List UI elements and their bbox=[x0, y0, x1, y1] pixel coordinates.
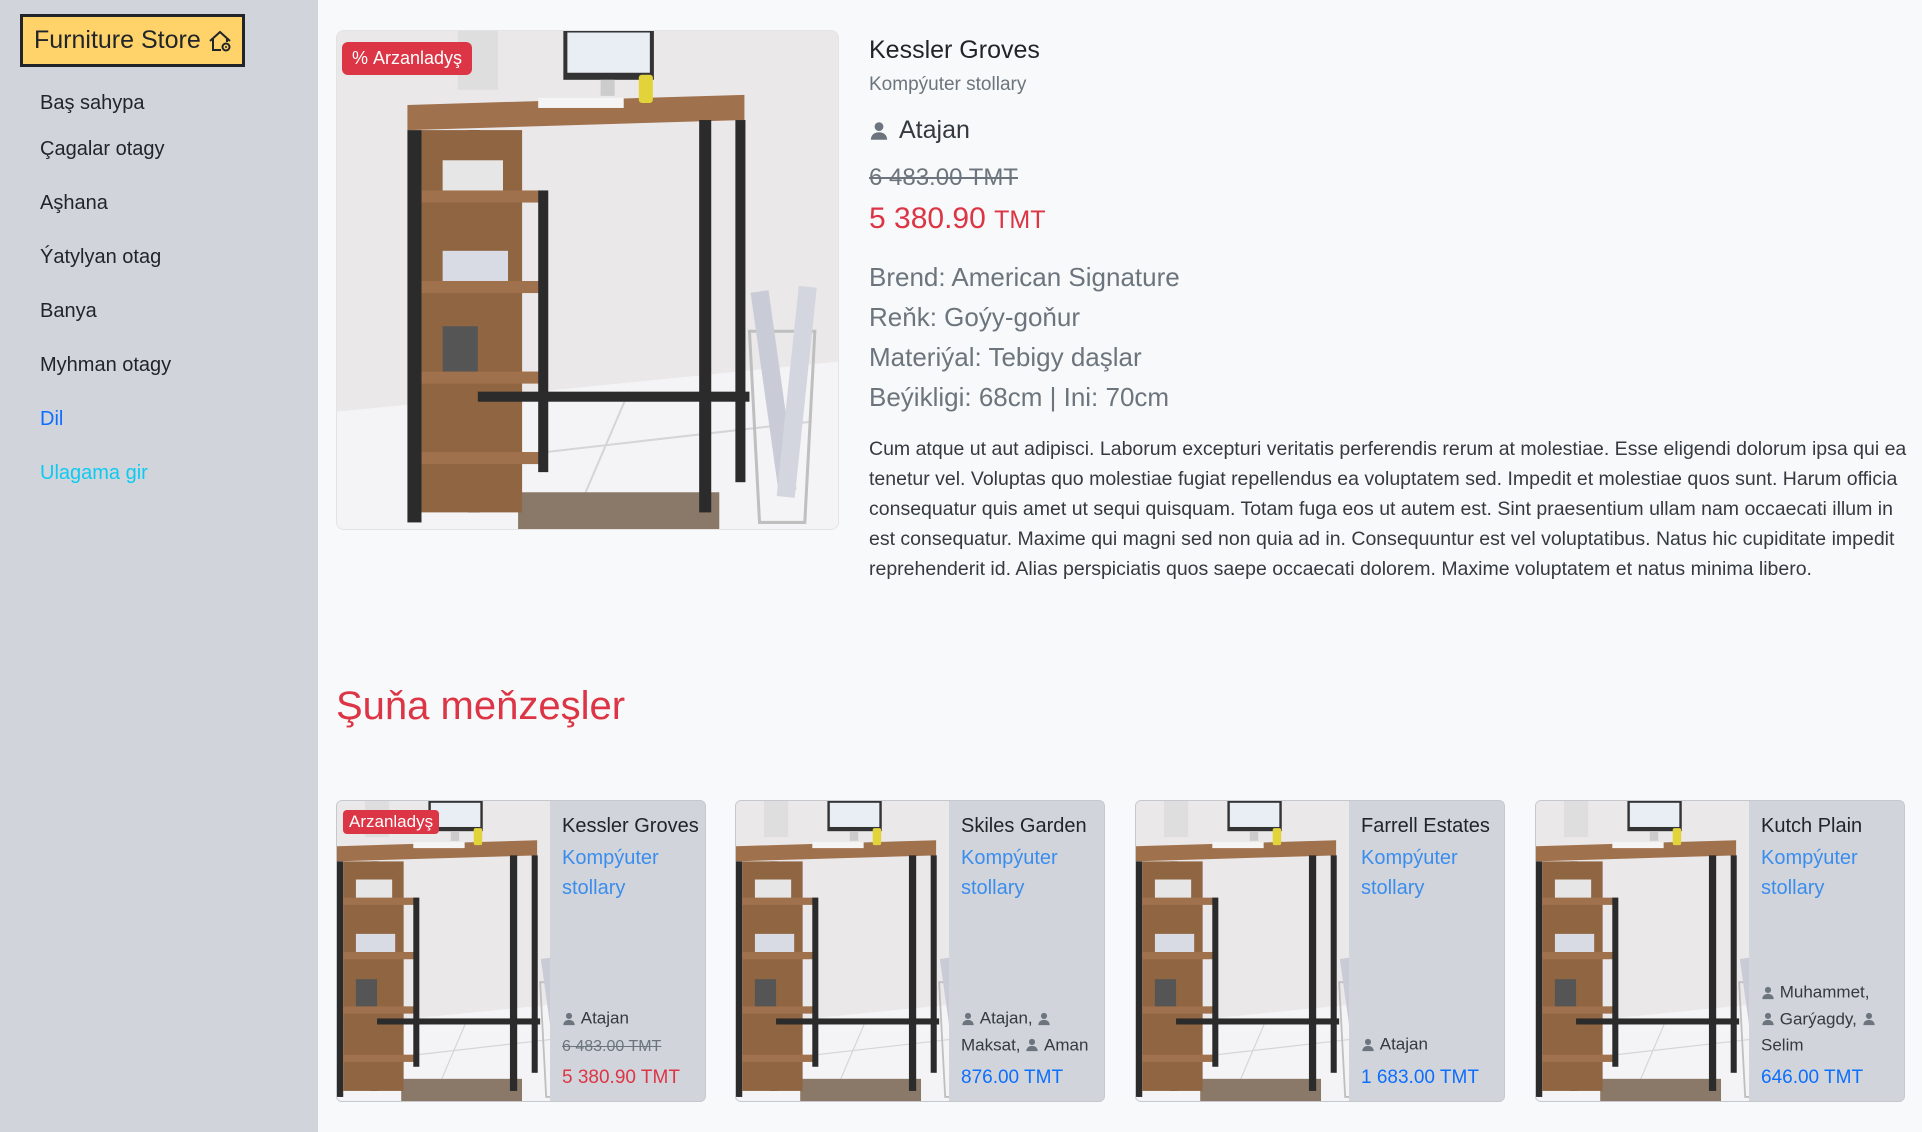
similar-heading: Şuňa meňzeşler bbox=[336, 684, 626, 728]
product-material: Materiýal: Tebigy daşlar bbox=[869, 342, 1142, 372]
card-title[interactable]: Kessler Groves bbox=[562, 815, 699, 838]
card-author[interactable]: Maksat, bbox=[961, 1035, 1021, 1054]
sidebar-item-kitchen[interactable]: Aşhana bbox=[40, 192, 108, 215]
card-old-price: 6 483.00 TMT bbox=[562, 1038, 662, 1055]
sale-badge: % Arzanladyş bbox=[342, 42, 473, 75]
product-title: Kessler Groves bbox=[869, 36, 1040, 64]
product-author: Atajan bbox=[869, 116, 970, 145]
card-image[interactable] bbox=[736, 801, 949, 1101]
similar-product-card[interactable]: Farrell Estates Kompýuter stollary Ataja… bbox=[1135, 800, 1505, 1102]
card-category[interactable]: Kompýuter stollary bbox=[1361, 843, 1501, 903]
card-image[interactable] bbox=[1536, 801, 1749, 1101]
product-price: 5 380.90 TMT bbox=[869, 202, 1046, 236]
house-gear-icon bbox=[209, 30, 231, 51]
person-icon bbox=[1862, 1012, 1876, 1026]
card-price: 1 683.00 TMT bbox=[1361, 1067, 1479, 1088]
person-icon bbox=[869, 121, 889, 141]
product-category[interactable]: Kompýuter stollary bbox=[869, 74, 1026, 96]
login-link[interactable]: Ulagama gir bbox=[40, 462, 148, 485]
percent-icon: % bbox=[352, 48, 369, 68]
person-icon bbox=[1361, 1038, 1375, 1052]
sale-badge-label: Arzanladyş bbox=[373, 48, 463, 68]
sidebar-item-bathroom[interactable]: Banya bbox=[40, 300, 97, 323]
person-icon bbox=[1037, 1012, 1051, 1026]
product-author-name[interactable]: Atajan bbox=[899, 116, 970, 145]
card-author[interactable]: Muhammet, bbox=[1780, 983, 1870, 1002]
similar-product-card[interactable]: Kutch Plain Kompýuter stollary Muhammet,… bbox=[1535, 800, 1905, 1102]
card-category[interactable]: Kompýuter stollary bbox=[961, 843, 1101, 903]
card-price: 5 380.90 TMT bbox=[562, 1067, 680, 1088]
card-price: 876.00 TMT bbox=[961, 1067, 1064, 1088]
card-title[interactable]: Kutch Plain bbox=[1761, 815, 1862, 838]
card-author[interactable]: Selim bbox=[1761, 1036, 1804, 1055]
sidebar: Furniture Store Baş sahypa Çagalar otagy… bbox=[0, 0, 318, 1132]
card-author[interactable]: Atajan, bbox=[980, 1009, 1033, 1028]
similar-product-card[interactable]: Arzanladyş Kessler Groves Kompýuter stol… bbox=[336, 800, 706, 1102]
card-author[interactable]: Atajan bbox=[581, 1009, 629, 1028]
sidebar-item-kids-room[interactable]: Çagalar otagy bbox=[40, 138, 165, 161]
product-brand: Brend: American Signature bbox=[869, 262, 1180, 292]
card-authors: Atajan bbox=[1361, 1031, 1504, 1058]
card-title[interactable]: Skiles Garden bbox=[961, 815, 1087, 838]
person-icon bbox=[562, 1012, 576, 1026]
sidebar-item-living-room[interactable]: Myhman otagy bbox=[40, 354, 171, 377]
card-authors: Muhammet, Garýagdy, Selim bbox=[1761, 979, 1905, 1059]
card-author[interactable]: Aman bbox=[1044, 1035, 1088, 1054]
person-icon bbox=[961, 1012, 975, 1026]
card-author[interactable]: Atajan bbox=[1380, 1035, 1428, 1054]
brand-logo[interactable]: Furniture Store bbox=[20, 14, 245, 67]
language-link[interactable]: Dil bbox=[40, 408, 63, 431]
person-icon bbox=[1025, 1038, 1039, 1052]
similar-product-card[interactable]: Skiles Garden Kompýuter stollary Atajan,… bbox=[735, 800, 1105, 1102]
product-description: Cum atque ut aut adipisci. Laborum excep… bbox=[869, 438, 1907, 580]
card-price: 646.00 TMT bbox=[1761, 1067, 1864, 1088]
card-image[interactable] bbox=[337, 801, 550, 1101]
brand-name: Furniture Store bbox=[34, 26, 201, 54]
product-price-currency: TMT bbox=[994, 206, 1046, 234]
card-authors: Atajan bbox=[562, 1005, 705, 1032]
product-price-value: 5 380.90 bbox=[869, 202, 986, 235]
card-category[interactable]: Kompýuter stollary bbox=[1761, 843, 1901, 903]
product-old-price: 6 483.00 TMT bbox=[869, 164, 1018, 191]
person-icon bbox=[1761, 1012, 1775, 1026]
card-image[interactable] bbox=[1136, 801, 1349, 1101]
product-color: Reňk: Goýy-goňur bbox=[869, 302, 1080, 332]
sidebar-item-bedroom[interactable]: Ýatylyan otag bbox=[40, 246, 161, 269]
person-icon bbox=[1761, 986, 1775, 1000]
card-author[interactable]: Garýagdy, bbox=[1780, 1009, 1857, 1028]
card-sale-badge: Arzanladyş bbox=[343, 810, 440, 834]
product-size: Beýikligi: 68cm | Ini: 70cm bbox=[869, 382, 1170, 412]
card-title[interactable]: Farrell Estates bbox=[1361, 815, 1490, 838]
card-authors: Atajan, Maksat, Aman bbox=[961, 1005, 1104, 1058]
card-category[interactable]: Kompýuter stollary bbox=[562, 843, 702, 903]
sidebar-item-home[interactable]: Baş sahypa bbox=[40, 92, 145, 115]
product-image[interactable] bbox=[336, 30, 839, 530]
